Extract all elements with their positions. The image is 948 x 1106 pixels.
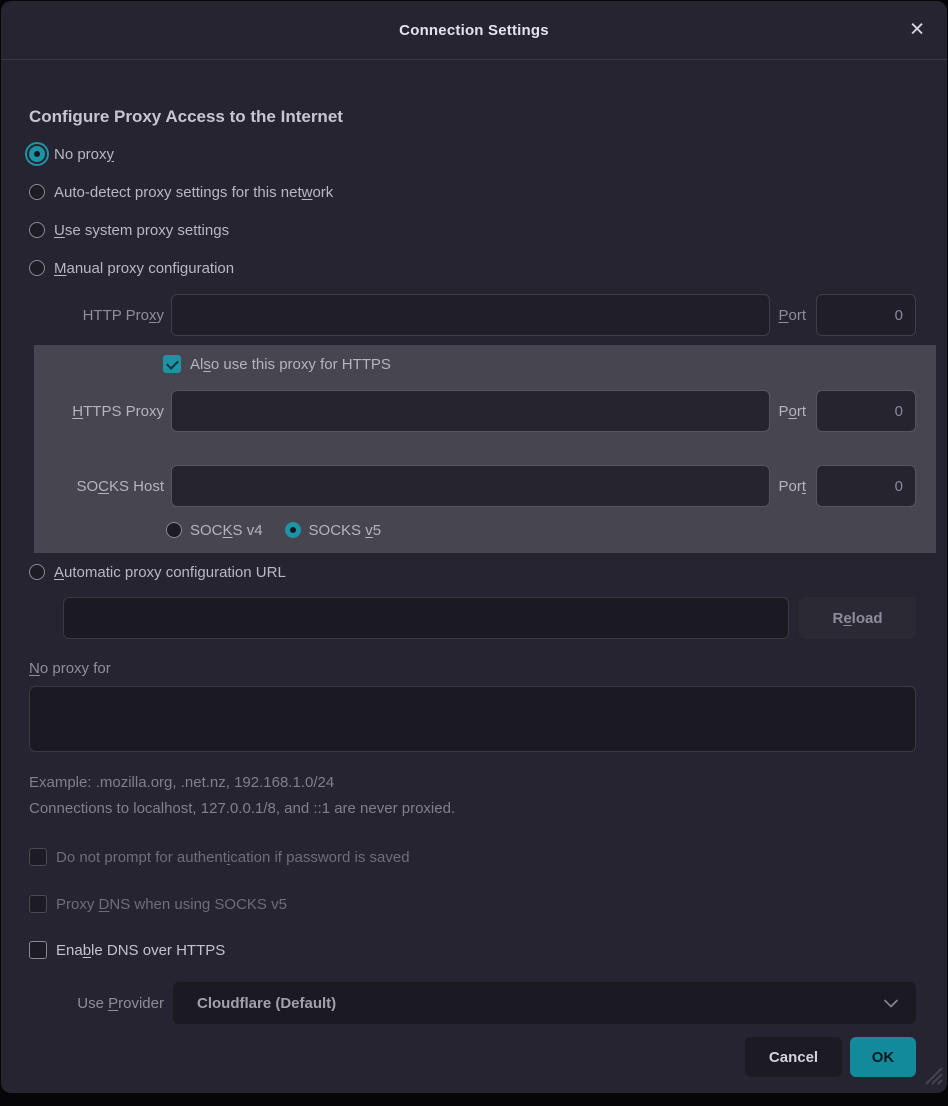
radio-no-proxy-label: No proxy bbox=[54, 146, 114, 163]
socks-version-row: SOCKS v4 SOCKS v5 bbox=[166, 519, 916, 541]
socks-port-input[interactable] bbox=[816, 465, 916, 507]
reload-button[interactable]: Reload bbox=[799, 597, 916, 639]
no-prompt-auth-label: Do not prompt for authentication if pass… bbox=[56, 849, 410, 866]
radio-unselected-icon[interactable] bbox=[29, 564, 45, 580]
https-port-input[interactable] bbox=[816, 390, 916, 432]
https-socks-panel: Also use this proxy for HTTPS HTTPS Prox… bbox=[34, 345, 936, 553]
http-port-input[interactable] bbox=[816, 294, 916, 336]
no-prompt-auth-row[interactable]: Do not prompt for authentication if pass… bbox=[29, 845, 916, 869]
close-icon[interactable]: ✕ bbox=[905, 17, 929, 44]
auto-url-row: Reload bbox=[29, 597, 916, 639]
cancel-button[interactable]: Cancel bbox=[745, 1037, 842, 1077]
https-proxy-input[interactable] bbox=[171, 390, 770, 432]
radio-unselected-icon[interactable] bbox=[29, 184, 45, 200]
radio-no-proxy[interactable]: No proxy bbox=[29, 135, 916, 173]
socks-v5-label: SOCKS v5 bbox=[309, 522, 382, 539]
checkbox-unchecked-icon[interactable] bbox=[29, 941, 47, 959]
https-proxy-row: HTTPS Proxy Port bbox=[34, 390, 916, 432]
connection-settings-dialog: Connection Settings ✕ Configure Proxy Ac… bbox=[1, 1, 947, 1093]
dialog-content: Configure Proxy Access to the Internet N… bbox=[1, 107, 947, 1077]
http-proxy-label: HTTP Proxy bbox=[29, 307, 164, 324]
provider-dropdown[interactable]: Cloudflare (Default) bbox=[173, 982, 916, 1024]
radio-auto-url[interactable]: Automatic proxy configuration URL bbox=[29, 553, 916, 591]
dialog-titlebar: Connection Settings ✕ bbox=[1, 1, 947, 60]
radio-unselected-icon[interactable] bbox=[166, 522, 182, 538]
radio-selected-icon[interactable] bbox=[29, 146, 45, 162]
radio-system-proxy[interactable]: Use system proxy settings bbox=[29, 211, 916, 249]
checkbox-unchecked-icon[interactable] bbox=[29, 848, 47, 866]
example-hint: Example: .mozilla.org, .net.nz, 192.168.… bbox=[29, 773, 916, 793]
no-proxy-for-label: No proxy for bbox=[29, 660, 916, 677]
enable-doh-label: Enable DNS over HTTPS bbox=[56, 942, 225, 959]
radio-auto-detect[interactable]: Auto-detect proxy settings for this netw… bbox=[29, 173, 916, 211]
radio-manual-proxy[interactable]: Manual proxy configuration bbox=[29, 249, 916, 287]
no-proxy-for-textarea[interactable] bbox=[29, 686, 916, 752]
checkbox-checked-icon[interactable] bbox=[163, 355, 181, 373]
socks-host-input[interactable] bbox=[171, 465, 770, 507]
checkbox-unchecked-icon[interactable] bbox=[29, 895, 47, 913]
provider-selected-value: Cloudflare (Default) bbox=[197, 995, 884, 1012]
radio-selected-icon[interactable] bbox=[285, 522, 301, 538]
radio-unselected-icon[interactable] bbox=[29, 222, 45, 238]
localhost-note: Connections to localhost, 127.0.0.1/8, a… bbox=[29, 799, 916, 819]
http-proxy-row: HTTP Proxy Port bbox=[29, 294, 916, 336]
also-use-https-row[interactable]: Also use this proxy for HTTPS bbox=[163, 353, 916, 375]
resize-grip-icon[interactable] bbox=[920, 1062, 944, 1091]
also-use-https-label: Also use this proxy for HTTPS bbox=[190, 356, 391, 373]
socks-v4-label: SOCKS v4 bbox=[190, 522, 263, 539]
radio-manual-proxy-label: Manual proxy configuration bbox=[54, 260, 234, 277]
ok-button[interactable]: OK bbox=[850, 1037, 916, 1077]
radio-auto-detect-label: Auto-detect proxy settings for this netw… bbox=[54, 184, 333, 201]
https-port-label: Port bbox=[778, 403, 806, 420]
chevron-down-icon bbox=[884, 999, 898, 1008]
radio-system-proxy-label: Use system proxy settings bbox=[54, 222, 229, 239]
doh-provider-row: Use Provider Cloudflare (Default) bbox=[29, 982, 916, 1024]
dialog-footer: Cancel OK bbox=[29, 1037, 916, 1077]
auto-url-input[interactable] bbox=[63, 597, 789, 639]
proxy-dns-socks5-row[interactable]: Proxy DNS when using SOCKS v5 bbox=[29, 892, 916, 916]
page-title: Configure Proxy Access to the Internet bbox=[29, 107, 916, 127]
proxy-dns-socks5-label: Proxy DNS when using SOCKS v5 bbox=[56, 896, 287, 913]
enable-doh-row[interactable]: Enable DNS over HTTPS bbox=[29, 938, 916, 962]
https-proxy-label: HTTPS Proxy bbox=[34, 403, 164, 420]
socks-host-label: SOCKS Host bbox=[34, 478, 164, 495]
socks-host-row: SOCKS Host Port bbox=[34, 465, 916, 507]
socks-port-label: Port bbox=[778, 478, 806, 495]
http-proxy-input[interactable] bbox=[171, 294, 770, 336]
radio-unselected-icon[interactable] bbox=[29, 260, 45, 276]
http-port-label: Port bbox=[778, 307, 806, 324]
radio-auto-url-label: Automatic proxy configuration URL bbox=[54, 564, 286, 581]
dialog-title: Connection Settings bbox=[399, 22, 549, 39]
use-provider-label: Use Provider bbox=[29, 995, 164, 1012]
